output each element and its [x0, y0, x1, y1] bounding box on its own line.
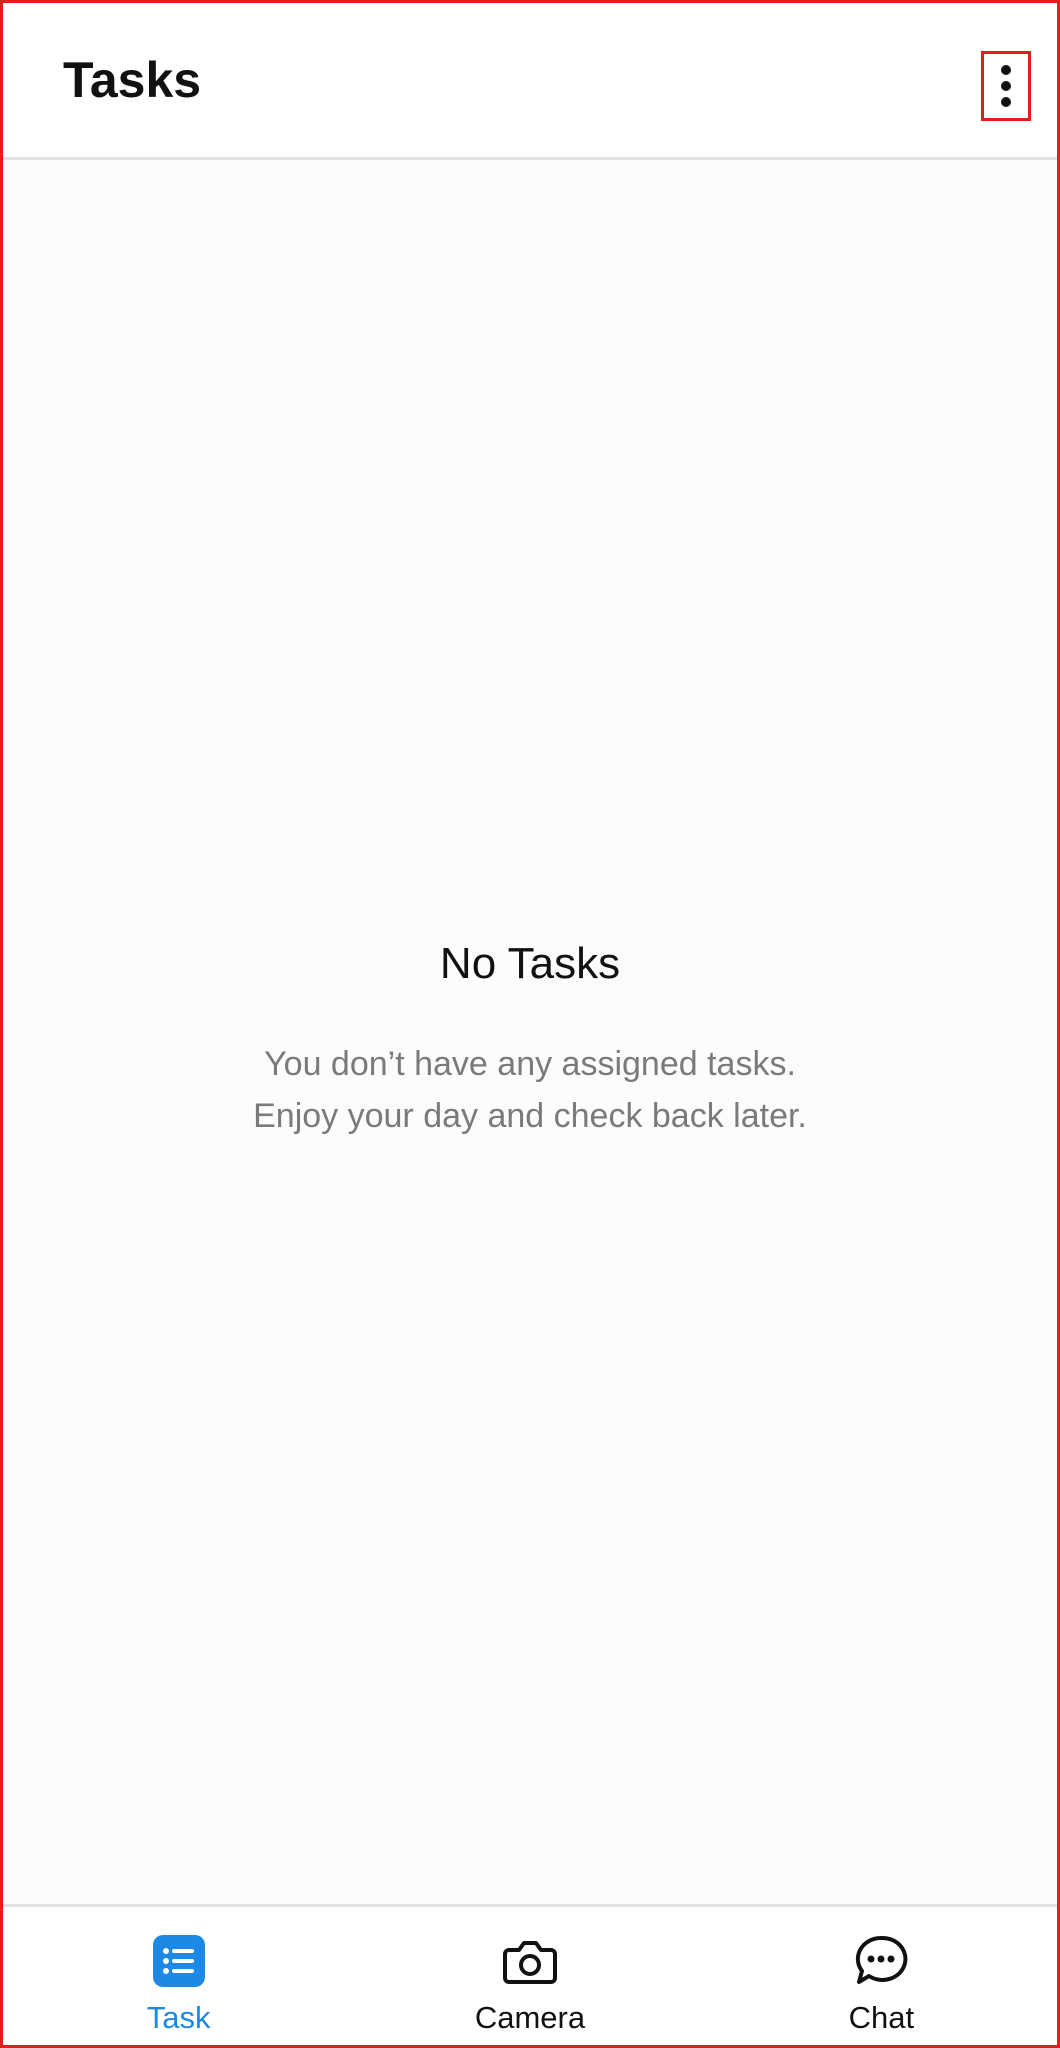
task-list-icon — [151, 1933, 207, 1989]
nav-item-task[interactable]: Task — [3, 1907, 354, 2045]
nav-item-chat[interactable]: Chat — [706, 1907, 1057, 2045]
nav-label-camera: Camera — [474, 2000, 586, 2035]
nav-item-camera[interactable]: Camera — [354, 1907, 705, 2045]
bottom-navigation: Task Camera Chat — [3, 1904, 1057, 2045]
nav-label-task: Task — [146, 2000, 211, 2035]
empty-state-message: You don’t have any assigned tasks. Enjoy… — [3, 1038, 1057, 1142]
nav-label-chat: Chat — [848, 2000, 915, 2035]
empty-state-title: No Tasks — [439, 939, 621, 988]
empty-state-message-line: You don’t have any assigned tasks. — [264, 1045, 796, 1083]
more-options-button[interactable] — [981, 51, 1031, 121]
page-title: Tasks — [63, 52, 202, 108]
screen-frame: Tasks No Tasks You don’t have any assign… — [0, 0, 1060, 2048]
more-vertical-icon — [1001, 65, 1011, 75]
task-list-area: No Tasks You don’t have any assigned tas… — [3, 160, 1057, 1904]
empty-state-message-line: Enjoy your day and check back later. — [253, 1097, 807, 1135]
chat-bubble-icon — [853, 1933, 909, 1989]
more-vertical-icon-dot — [1001, 81, 1011, 91]
more-vertical-icon-dot — [1001, 97, 1011, 107]
camera-icon — [502, 1933, 558, 1989]
app-bar: Tasks — [3, 3, 1057, 160]
